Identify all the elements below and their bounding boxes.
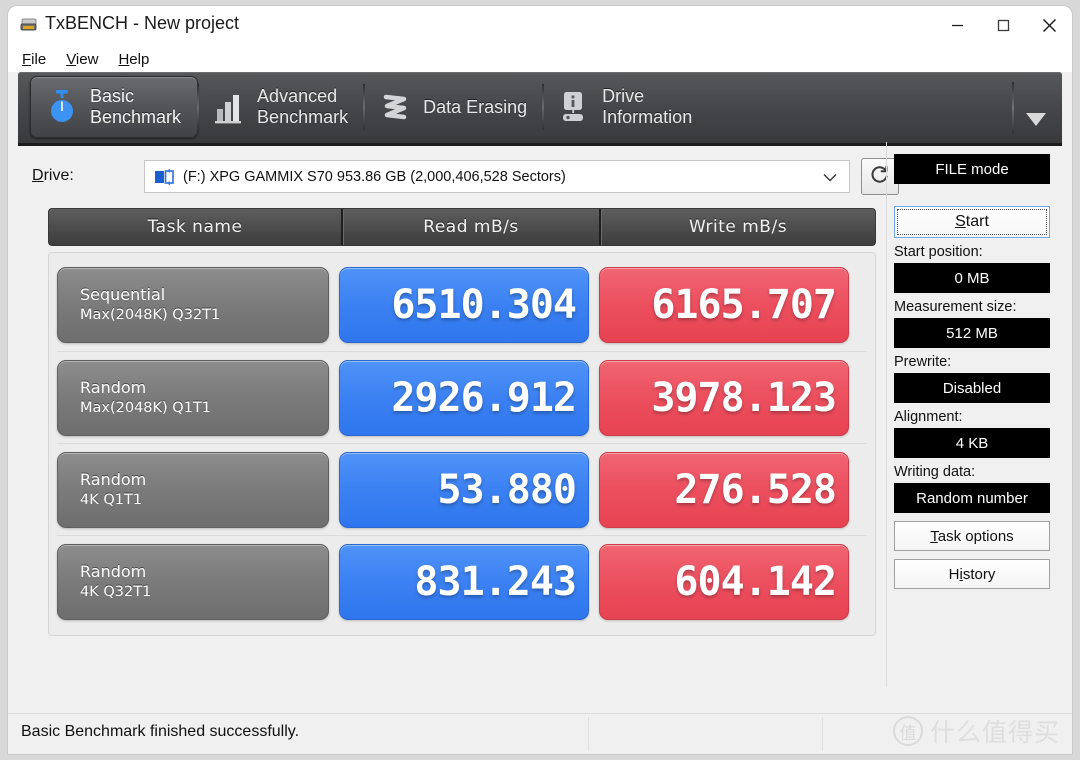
status-bar: Basic Benchmark finished successfully. 值… bbox=[8, 713, 1072, 754]
task-name-line2: 4K Q32T1 bbox=[80, 583, 152, 600]
write-value-cell: 6165.707 bbox=[599, 267, 849, 343]
task-name-line1: Random bbox=[80, 469, 147, 489]
prewrite-label: Prewrite: bbox=[894, 354, 952, 370]
task-options-label: Task options bbox=[930, 527, 1014, 545]
chevron-down-icon bbox=[1026, 113, 1046, 126]
shredder-icon bbox=[378, 89, 412, 125]
bar-chart-icon bbox=[212, 89, 246, 125]
table-row: Sequential Max(2048K) Q32T1 6510.304 616… bbox=[57, 259, 867, 351]
side-panel: FILE mode Start Start position: 0 MB Mea… bbox=[894, 154, 1062, 589]
panel-divider bbox=[886, 142, 887, 687]
watermark-badge-icon: 值 bbox=[892, 716, 923, 746]
tab-data-erasing[interactable]: Data Erasing bbox=[363, 76, 543, 138]
drive-value: (F:) XPG GAMMIX S70 953.86 GB (2,000,406… bbox=[183, 168, 566, 185]
start-position-value[interactable]: 0 MB bbox=[894, 263, 1050, 293]
task-name-line1: Random bbox=[80, 561, 147, 581]
task-name-line2: Max(2048K) Q1T1 bbox=[80, 399, 212, 416]
watermark: 值 什么值得买 bbox=[892, 713, 1060, 749]
tab-drive-information[interactable]: Drive Information bbox=[542, 76, 708, 138]
window-title: TxBENCH - New project bbox=[45, 13, 240, 33]
measurement-size-value[interactable]: 512 MB bbox=[894, 318, 1050, 348]
start-position-label: Start position: bbox=[894, 244, 983, 260]
stopwatch-icon bbox=[45, 89, 79, 125]
minimize-icon[interactable] bbox=[934, 6, 980, 44]
column-header-read: Read mB/s bbox=[341, 209, 599, 245]
refresh-icon bbox=[869, 163, 891, 190]
tab-advanced-benchmark[interactable]: Advanced Benchmark bbox=[197, 76, 364, 138]
read-value-cell: 2926.912 bbox=[339, 359, 589, 436]
chevron-down-icon[interactable] bbox=[823, 170, 837, 184]
menu-view-rest: iew bbox=[75, 50, 99, 68]
task-name-cell: Sequential Max(2048K) Q32T1 bbox=[57, 267, 329, 343]
read-value-cell: 53.880 bbox=[339, 451, 589, 528]
alignment-value[interactable]: 4 KB bbox=[894, 428, 1050, 458]
title-bar: TxBENCH - New project bbox=[8, 6, 1072, 46]
menu-item-view[interactable]: View bbox=[66, 51, 98, 68]
drive-icon bbox=[155, 168, 176, 185]
column-header-write: Write mB/s bbox=[599, 209, 875, 245]
watermark-text: 什么值得买 bbox=[929, 718, 1060, 747]
drive-info-icon bbox=[557, 89, 591, 125]
task-name-cell: Random 4K Q1T1 bbox=[57, 451, 329, 528]
start-button-label: Start bbox=[955, 213, 989, 230]
task-name-line1: Sequential bbox=[80, 285, 166, 304]
file-mode-button[interactable]: FILE mode bbox=[894, 154, 1050, 184]
txbench-window: TxBENCH - New project File View Help Bas… bbox=[8, 6, 1072, 754]
tab-overflow-button[interactable] bbox=[1012, 76, 1062, 138]
tab-data-erasing-label: Data Erasing bbox=[423, 96, 528, 117]
tab-advanced-benchmark-label: Advanced Benchmark bbox=[257, 86, 349, 127]
menu-file-rest: ile bbox=[31, 50, 47, 68]
menu-bar: File View Help bbox=[8, 46, 1072, 72]
task-name-cell: Random Max(2048K) Q1T1 bbox=[57, 359, 329, 436]
tab-basic-benchmark[interactable]: Basic Benchmark bbox=[30, 76, 199, 138]
writing-data-label: Writing data: bbox=[894, 464, 976, 480]
status-message: Basic Benchmark finished successfully. bbox=[21, 723, 300, 740]
task-name-line2: 4K Q1T1 bbox=[80, 491, 143, 508]
task-name-cell: Random 4K Q32T1 bbox=[57, 543, 329, 620]
tab-strip: Basic Benchmark Advanced Benchmark Data … bbox=[18, 72, 1062, 146]
write-value-cell: 3978.123 bbox=[599, 359, 849, 436]
status-panel-2 bbox=[588, 717, 822, 751]
table-row: Random 4K Q32T1 831.243 604.142 bbox=[57, 535, 867, 627]
results-body: Sequential Max(2048K) Q32T1 6510.304 616… bbox=[48, 252, 876, 636]
start-button[interactable]: Start bbox=[894, 206, 1050, 238]
read-value-cell: 6510.304 bbox=[339, 267, 589, 343]
write-value-cell: 604.142 bbox=[599, 543, 849, 620]
alignment-label: Alignment: bbox=[894, 409, 963, 425]
prewrite-value[interactable]: Disabled bbox=[894, 373, 1050, 403]
close-icon[interactable] bbox=[1026, 6, 1072, 44]
table-row: Random Max(2048K) Q1T1 2926.912 3978.123 bbox=[57, 351, 867, 443]
menu-help-rest: elp bbox=[129, 50, 150, 68]
menu-item-help[interactable]: Help bbox=[118, 51, 149, 68]
table-row: Random 4K Q1T1 53.880 276.528 bbox=[57, 443, 867, 535]
drive-select[interactable]: (F:) XPG GAMMIX S70 953.86 GB (2,000,406… bbox=[144, 160, 850, 193]
app-drive-icon bbox=[20, 17, 38, 33]
task-options-button[interactable]: Task options bbox=[894, 521, 1050, 551]
measurement-size-label: Measurement size: bbox=[894, 299, 1017, 315]
column-header-task-name: Task name bbox=[147, 217, 243, 237]
read-value-cell: 831.243 bbox=[339, 543, 589, 620]
main-content: Drive: (F:) XPG GAMMIX S70 953.86 GB (2,… bbox=[8, 142, 1072, 687]
tab-drive-information-label: Drive Information bbox=[602, 86, 693, 127]
drive-label: Drive: bbox=[32, 167, 74, 184]
history-button[interactable]: History bbox=[894, 559, 1050, 589]
task-name-line2: Max(2048K) Q32T1 bbox=[80, 307, 221, 323]
tab-basic-benchmark-label: Basic Benchmark bbox=[90, 86, 182, 127]
task-name-line1: Random bbox=[80, 377, 147, 397]
results-panel: Task name Read mB/s Write mB/s Sequentia… bbox=[48, 208, 876, 636]
history-label: History bbox=[948, 565, 996, 583]
menu-item-file[interactable]: File bbox=[22, 51, 46, 68]
window-controls bbox=[934, 6, 1072, 44]
results-header: Task name Read mB/s Write mB/s bbox=[48, 208, 876, 246]
writing-data-value[interactable]: Random number bbox=[894, 483, 1050, 513]
maximize-icon[interactable] bbox=[980, 6, 1026, 44]
write-value-cell: 276.528 bbox=[599, 451, 849, 528]
